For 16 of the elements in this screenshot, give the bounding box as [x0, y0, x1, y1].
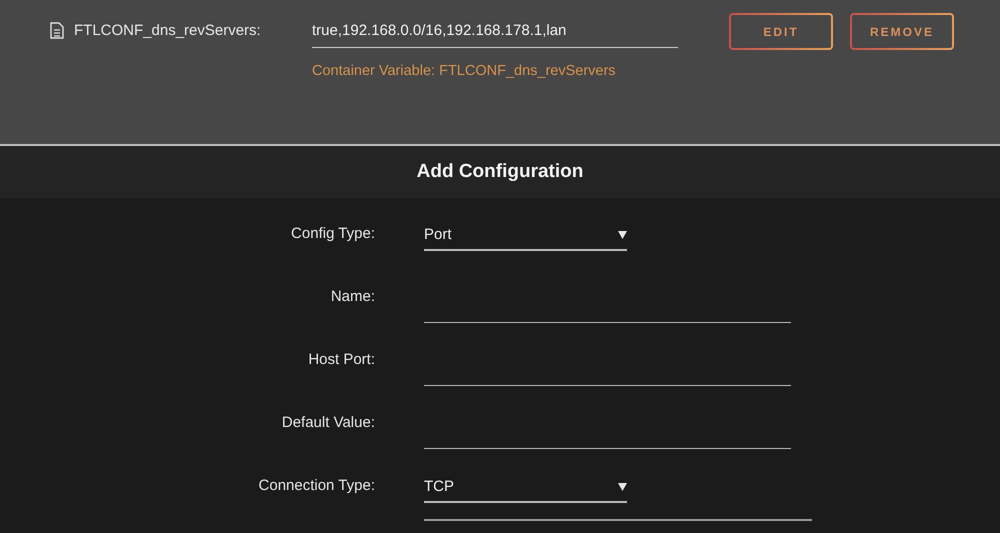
variable-label: FTLCONF_dns_revServers: [74, 22, 261, 39]
caret-icon [618, 482, 627, 490]
section-title: Add Configuration [416, 161, 584, 183]
edit-button[interactable]: EDIT [729, 13, 833, 50]
field-label: Default Value: [280, 414, 375, 431]
dropdown[interactable]: Port [424, 220, 627, 251]
field-label: Name: [330, 288, 375, 305]
field-label: Host Port: [307, 351, 375, 368]
field-label: Config Type: [290, 225, 375, 242]
field-label: Connection Type: [258, 477, 375, 494]
dropdown[interactable]: TCP [424, 472, 627, 503]
document-icon [50, 22, 64, 39]
remove-button[interactable]: REMOVE [850, 13, 954, 50]
input-field[interactable]: true,192.168.0.0/16,192.168.178.1,lan [312, 13, 678, 48]
caret-icon [618, 230, 627, 238]
caption-text: Container Variable: FTLCONF_dns_revServers [312, 63, 617, 79]
